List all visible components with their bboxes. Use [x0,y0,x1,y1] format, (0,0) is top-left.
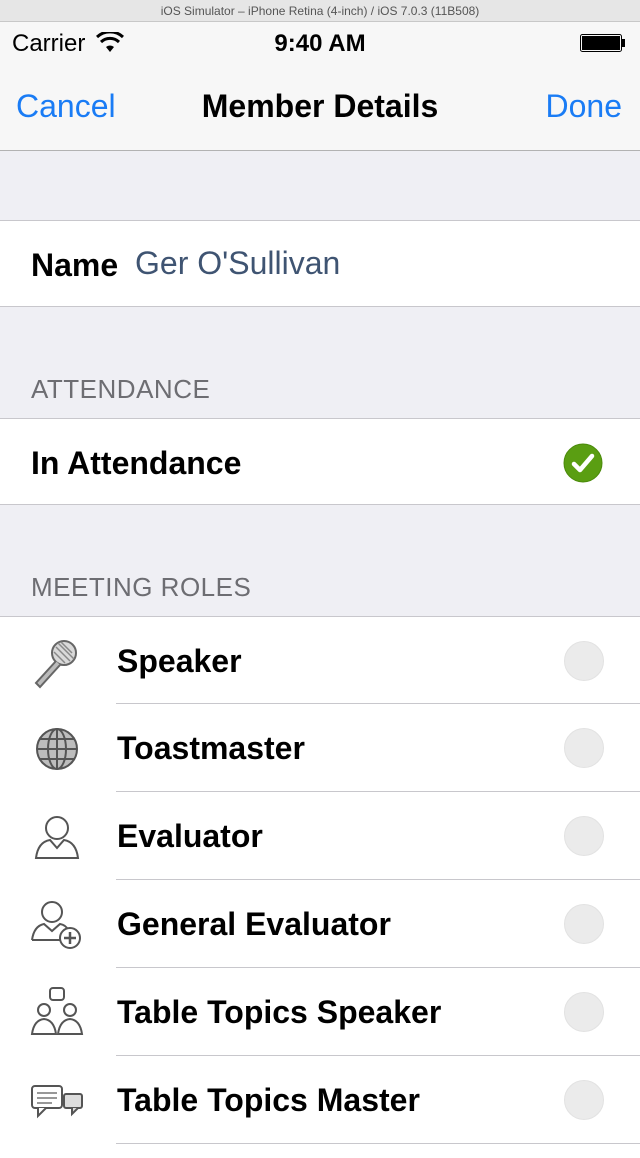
globe-icon [36,728,78,770]
attendance-section-header: ATTENDANCE [31,374,211,404]
name-value[interactable]: Ger O'Sullivan [135,245,340,282]
done-button[interactable]: Done [546,88,623,125]
role-row-table-topics-master[interactable]: Table Topics Master [0,1056,640,1144]
role-select-radio[interactable] [564,904,604,944]
role-row-evaluator[interactable]: Evaluator [0,792,640,880]
name-cell[interactable]: Name Ger O'Sullivan [0,220,640,307]
role-row-toastmaster[interactable]: Toastmaster [0,704,640,792]
role-label: Toastmaster [117,730,305,766]
meeting-roles-section-header: MEETING ROLES [31,572,252,602]
role-row-general-evaluator[interactable]: General Evaluator [0,880,640,968]
role-label: Table Topics Speaker [117,994,442,1030]
role-select-radio[interactable] [564,728,604,768]
name-label: Name [31,247,119,283]
person-add-icon [31,901,81,949]
battery-icon [580,34,625,52]
page-title: Member Details [201,88,439,124]
person-icon [34,816,80,859]
navigation-bar: Cancel Member Details Done [0,62,640,151]
attendance-label: In Attendance [31,445,242,481]
simulator-window-title: iOS Simulator – iPhone Retina (4-inch) /… [0,0,640,22]
microphone-icon [34,640,77,689]
role-row-speaker[interactable]: Speaker [0,616,640,704]
status-bar: Carrier 9:40 AM [0,22,640,62]
role-label: Speaker [117,643,242,679]
group-icon [30,987,84,1035]
status-time: 9:40 AM [274,30,366,57]
role-row-partial [0,1144,640,1158]
checkmark-circle-icon[interactable] [563,443,603,483]
chat-icon [31,1085,83,1119]
role-label: Evaluator [117,818,263,854]
role-select-radio[interactable] [564,992,604,1032]
role-label: General Evaluator [117,906,391,942]
role-select-radio[interactable] [564,1080,604,1120]
role-row-table-topics-speaker[interactable]: Table Topics Speaker [0,968,640,1056]
role-label: Table Topics Master [117,1082,420,1118]
role-select-radio[interactable] [564,816,604,856]
attendance-cell[interactable]: In Attendance [0,418,640,505]
role-select-radio[interactable] [564,641,604,681]
